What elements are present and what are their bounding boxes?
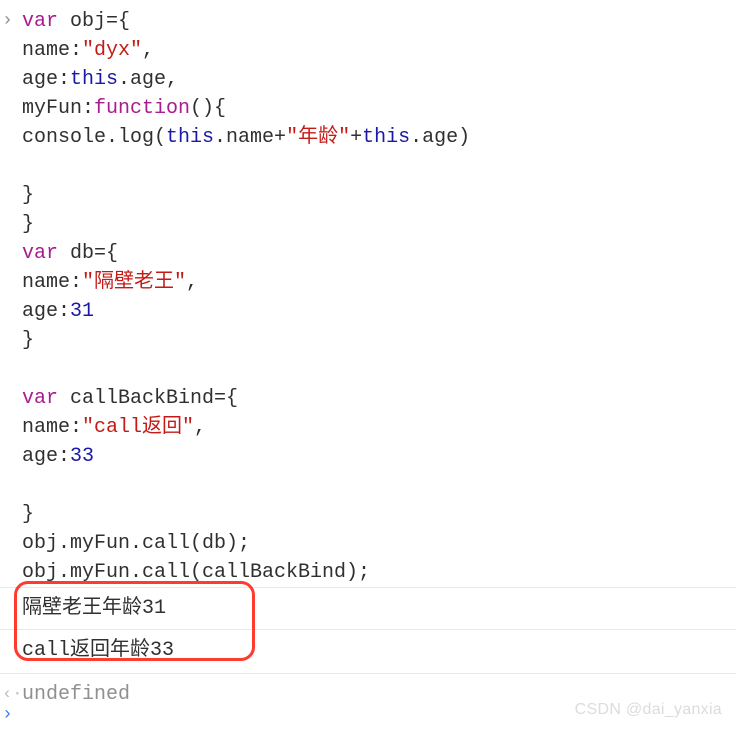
kw-this: this [166,126,214,149]
number-literal: 31 [70,300,94,323]
devtools-console: › var obj={ name:"dyx", age:this.age, my… [0,0,736,734]
code-text: + [350,126,362,149]
code-text: myFun: [22,97,94,120]
code-text: .age) [410,126,470,149]
code-text: callBackBind={ [58,387,238,410]
return-value: undefined [22,683,130,706]
console-log-output: 隔壁老王年龄31 [0,587,736,629]
code-text: } [22,329,34,352]
kw-var: var [22,242,58,265]
code-text: } [22,213,34,236]
code-text: obj={ [58,10,130,33]
string-literal: "dyx" [82,39,142,62]
code-text: obj.myFun.call(callBackBind); [22,561,370,584]
number-literal: 33 [70,445,94,468]
code-text: } [22,184,34,207]
string-literal: "年龄" [286,126,350,149]
code-text: db={ [58,242,118,265]
string-literal: "隔壁老王" [82,271,186,294]
code-text: name: [22,39,82,62]
kw-this: this [70,68,118,91]
string-literal: "call返回" [82,416,194,439]
console-input-code[interactable]: var obj={ name:"dyx", age:this.age, myFu… [0,0,736,587]
kw-var: var [22,10,58,33]
code-text: age: [22,68,70,91]
input-prompt-icon: › [2,7,13,36]
kw-this: this [362,126,410,149]
code-text: age: [22,445,70,468]
code-text: obj.myFun.call(db); [22,532,250,555]
kw-function: function [94,97,190,120]
code-text: , [186,271,198,294]
code-text: (){ [190,97,226,120]
code-text: .name+ [214,126,286,149]
code-text: , [142,39,154,62]
watermark-text: CSDN @dai_yanxia [575,695,722,724]
code-text: , [194,416,206,439]
code-text: age: [22,300,70,323]
kw-var: var [22,387,58,410]
code-text: name: [22,416,82,439]
code-text: .age, [118,68,178,91]
code-text: } [22,503,34,526]
next-input-prompt-icon: › [2,701,13,730]
code-text: console.log( [22,126,166,149]
code-text: name: [22,271,82,294]
console-log-output: call返回年龄33 [0,629,736,673]
